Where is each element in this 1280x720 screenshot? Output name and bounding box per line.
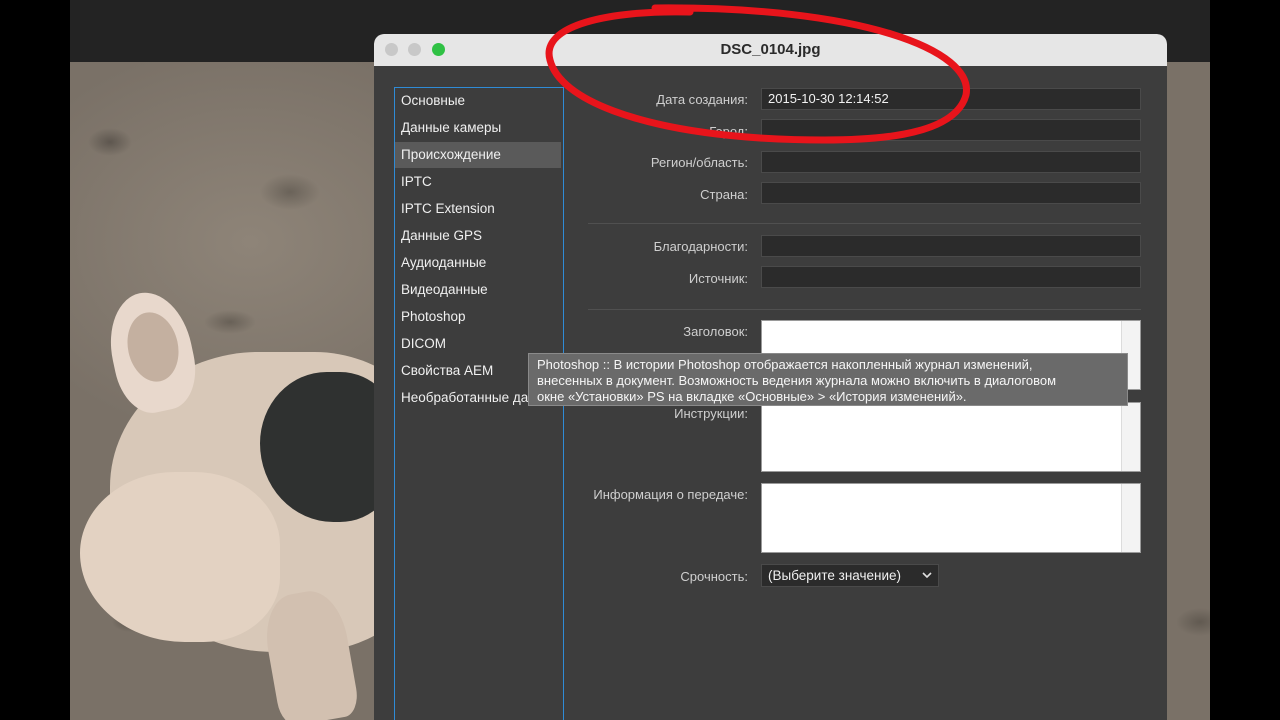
letterbox-right <box>1210 0 1280 720</box>
instructions-scrollbar[interactable] <box>1121 403 1140 471</box>
transmission-scrollbar[interactable] <box>1121 484 1140 552</box>
region-field[interactable] <box>761 151 1141 173</box>
city-field[interactable] <box>761 119 1141 141</box>
country-label: Страна: <box>700 187 748 202</box>
country-field[interactable] <box>761 182 1141 204</box>
region-label: Регион/область: <box>650 155 748 170</box>
sidebar-item-origin[interactable]: Происхождение <box>395 142 561 168</box>
sidebar-item-camera-data[interactable]: Данные камеры <box>395 115 561 141</box>
source-label: Источник: <box>688 271 748 286</box>
window-title: DSC_0104.jpg <box>720 41 821 58</box>
date-created-label: Дата создания: <box>656 92 748 107</box>
transmission-label: Информация о передаче: <box>593 487 748 502</box>
photo-pig-head <box>80 472 280 642</box>
section-divider <box>588 223 1141 224</box>
sidebar-item-gps-data[interactable]: Данные GPS <box>395 223 561 249</box>
tooltip-line-1: Photoshop :: В истории Photoshop отображ… <box>537 357 1033 372</box>
sidebar-item-photoshop[interactable]: Photoshop <box>395 304 561 330</box>
headline-label: Заголовок: <box>683 324 748 339</box>
source-field[interactable] <box>761 266 1141 288</box>
credits-field[interactable] <box>761 235 1141 257</box>
chevron-down-icon <box>922 565 932 593</box>
credits-label: Благодарности: <box>653 239 748 254</box>
urgency-select[interactable]: (Выберите значение) <box>761 564 939 587</box>
instructions-label: Инструкции: <box>674 406 748 421</box>
urgency-select-value: (Выберите значение) <box>768 568 902 583</box>
title-bar[interactable]: DSC_0104.jpg <box>374 34 1167 66</box>
sidebar-item-audio-data[interactable]: Аудиоданные <box>395 250 561 276</box>
section-divider <box>588 309 1141 310</box>
tooltip-line-2: внесенных в документ. Возможность ведени… <box>537 373 1057 388</box>
sidebar-item-iptc-extension[interactable]: IPTC Extension <box>395 196 561 222</box>
date-created-field[interactable]: 2015-10-30 12:14:52 <box>761 88 1141 110</box>
city-label: Город: <box>709 124 748 139</box>
tooltip-line-3: окне «Установки» PS на вкладке «Основные… <box>537 389 967 404</box>
sidebar-item-video-data[interactable]: Видеоданные <box>395 277 561 303</box>
sidebar-item-basic[interactable]: Основные <box>395 88 561 114</box>
photoshop-tooltip: Photoshop :: В истории Photoshop отображ… <box>528 353 1128 406</box>
transmission-textarea[interactable] <box>761 483 1141 553</box>
letterbox-left <box>0 0 70 720</box>
urgency-label: Срочность: <box>680 569 748 584</box>
sidebar-item-iptc[interactable]: IPTC <box>395 169 561 195</box>
instructions-textarea[interactable] <box>761 402 1141 472</box>
